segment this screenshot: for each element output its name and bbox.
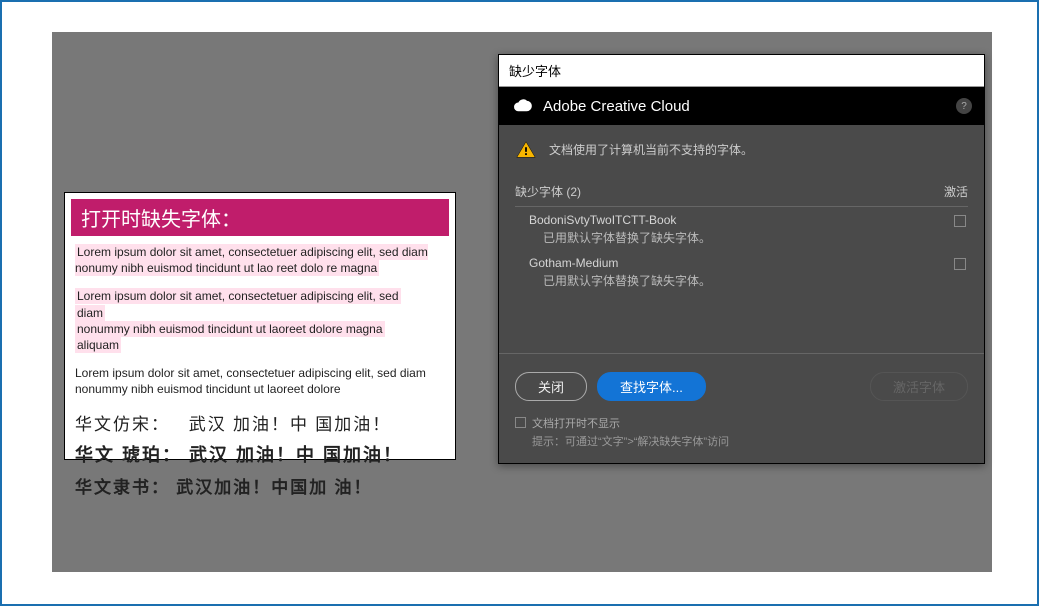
chinese-line-1: 华文仿宋： 武汉 加油！中 国加油！ — [75, 410, 445, 435]
font-status-message: 已用默认字体替换了缺失字体。 — [515, 272, 954, 289]
font-name: BodoniSvtyTwoITCTT-Book — [515, 213, 954, 227]
font-list-header: 缺少字体 (2) 激活 — [515, 183, 968, 200]
dont-show-label: 文档打开时不显示 — [532, 418, 620, 430]
paragraph-2: Lorem ipsum dolor sit amet, consectetuer… — [75, 288, 445, 353]
dialog-title: 缺少字体 — [499, 55, 984, 87]
paragraph-1: Lorem ipsum dolor sit amet, consectetuer… — [75, 244, 445, 276]
close-button[interactable]: 关闭 — [515, 372, 587, 401]
document-heading: 打开时缺失字体： — [71, 199, 449, 236]
paragraph-3: Lorem ipsum dolor sit amet, consectetuer… — [75, 365, 445, 397]
font-list: BodoniSvtyTwoITCTT-Book 已用默认字体替换了缺失字体。 G… — [515, 206, 968, 289]
activate-column-header: 激活 — [944, 183, 968, 200]
missing-fonts-dialog: 缺少字体 Adobe Creative Cloud ? 文档使用了计算机当前不支… — [498, 54, 985, 464]
dont-show-checkbox[interactable] — [515, 417, 526, 428]
activate-fonts-button: 激活字体 — [870, 372, 968, 401]
font-item: Gotham-Medium 已用默认字体替换了缺失字体。 — [515, 256, 968, 289]
document-preview: 打开时缺失字体： Lorem ipsum dolor sit amet, con… — [64, 192, 456, 460]
dialog-brand-bar: Adobe Creative Cloud ? — [499, 87, 984, 125]
canvas-background: 打开时缺失字体： Lorem ipsum dolor sit amet, con… — [52, 32, 992, 572]
brand-label: Adobe Creative Cloud — [543, 98, 690, 115]
activate-checkbox[interactable] — [954, 258, 966, 270]
find-fonts-button[interactable]: 查找字体... — [597, 372, 706, 401]
chinese-line-3: 华文隶书： 武汉加油！中国加 油！ — [75, 473, 445, 498]
warning-message: 文档使用了计算机当前不支持的字体。 — [549, 139, 753, 158]
hint-text: 提示：可通过“文字”>“解决缺失字体”访问 — [532, 433, 729, 449]
font-item: BodoniSvtyTwoITCTT-Book 已用默认字体替换了缺失字体。 — [515, 213, 968, 246]
help-icon[interactable]: ? — [956, 98, 972, 114]
missing-fonts-count: 缺少字体 (2) — [515, 183, 581, 200]
chinese-line-2: 华文 琥珀： 武汉 加油！中 国加油！ — [75, 441, 445, 467]
creative-cloud-icon — [511, 95, 533, 117]
font-status-message: 已用默认字体替换了缺失字体。 — [515, 229, 954, 246]
font-name: Gotham-Medium — [515, 256, 954, 270]
activate-checkbox[interactable] — [954, 215, 966, 227]
warning-icon — [515, 139, 537, 161]
